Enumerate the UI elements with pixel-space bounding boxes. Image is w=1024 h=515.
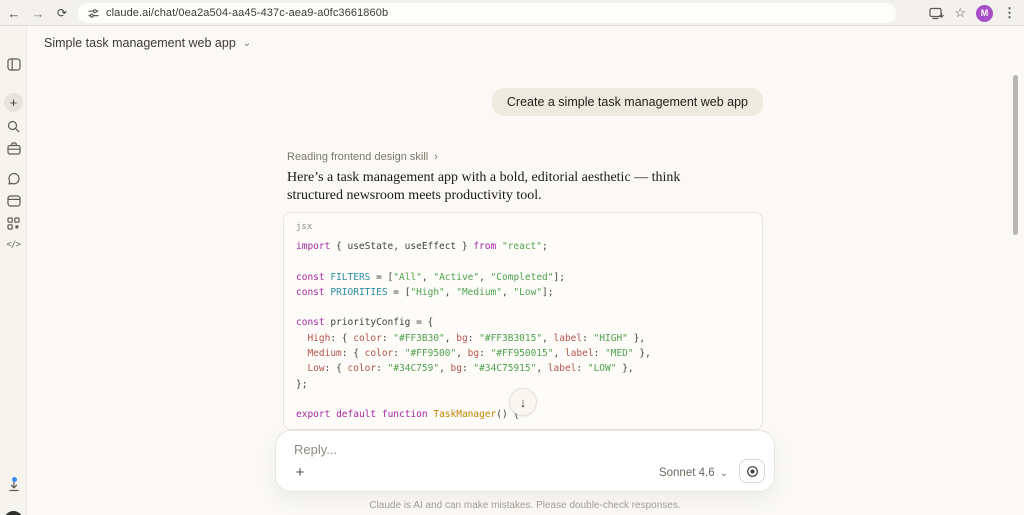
forward-icon[interactable]: → — [28, 3, 48, 23]
install-app-icon[interactable] — [929, 7, 945, 20]
user-message-bubble: Create a simple task management web app — [491, 88, 763, 116]
apps-grid-icon[interactable] — [0, 212, 27, 234]
new-chat-button[interactable]: + — [0, 91, 27, 113]
model-name: Sonnet 4.6 — [658, 467, 715, 479]
update-badge-dot — [11, 477, 17, 482]
code-icon[interactable]: </> — [0, 234, 27, 256]
reload-icon[interactable]: ⟳ — [52, 3, 72, 23]
app-sidebar: + </> C — [0, 27, 27, 515]
skill-status-row[interactable]: Reading frontend design skill › — [287, 151, 438, 163]
sidebar-toggle-icon[interactable] — [0, 53, 27, 75]
site-settings-icon[interactable] — [88, 8, 99, 19]
artifacts-drawer-icon[interactable] — [0, 190, 27, 212]
reply-composer[interactable]: Reply... + Sonnet 4.6 ⌄ — [275, 430, 775, 492]
url-text: claude.ai/chat/0ea2a504-aa45-437c-aea9-a… — [106, 7, 389, 19]
bookmark-star-icon[interactable]: ☆ — [954, 5, 966, 21]
assistant-message-text: Here’s a task management app with a bold… — [287, 170, 681, 203]
model-selector[interactable]: Sonnet 4.6 ⌄ — [659, 467, 728, 479]
claude-chat-window: ← → ⟳ claude.ai/chat/0ea2a504-aa45-437c-… — [0, 0, 1024, 515]
dictation-button[interactable] — [739, 459, 765, 483]
chats-icon[interactable] — [0, 168, 27, 190]
conversation-title-menu[interactable]: Simple task management web app ⌄ — [44, 36, 251, 50]
projects-briefcase-icon[interactable] — [0, 137, 27, 159]
reply-input[interactable]: Reply... — [294, 442, 337, 457]
scroll-to-bottom-button[interactable]: ↓ — [509, 388, 537, 416]
plus-icon: + — [4, 92, 23, 112]
disclaimer-text: Claude is AI and can make mistakes. Plea… — [369, 500, 681, 511]
search-icon[interactable] — [0, 115, 27, 137]
address-bar[interactable]: claude.ai/chat/0ea2a504-aa45-437c-aea9-a… — [78, 3, 896, 23]
browser-menu-icon[interactable]: ⋮ — [1003, 5, 1016, 21]
browser-profile-avatar[interactable]: M — [976, 4, 993, 22]
chevron-down-icon: ⌄ — [242, 37, 252, 49]
skill-status-label: Reading frontend design skill — [287, 151, 429, 163]
code-content: import { useState, useEffect } from "rea… — [296, 241, 651, 421]
browser-toolbar: ← → ⟳ claude.ai/chat/0ea2a504-aa45-437c-… — [0, 0, 1024, 26]
page-scrollbar[interactable] — [1013, 75, 1018, 235]
chevron-down-icon: ⌄ — [719, 467, 728, 479]
record-circle-icon — [746, 465, 758, 477]
code-language-label: jsx — [296, 222, 313, 232]
arrow-down-icon: ↓ — [519, 394, 527, 410]
update-download-icon[interactable] — [0, 475, 27, 497]
attach-plus-button[interactable]: + — [290, 462, 310, 482]
back-icon[interactable]: ← — [4, 3, 24, 23]
chevron-right-icon: › — [434, 151, 438, 163]
conversation-title: Simple task management web app — [44, 36, 236, 50]
